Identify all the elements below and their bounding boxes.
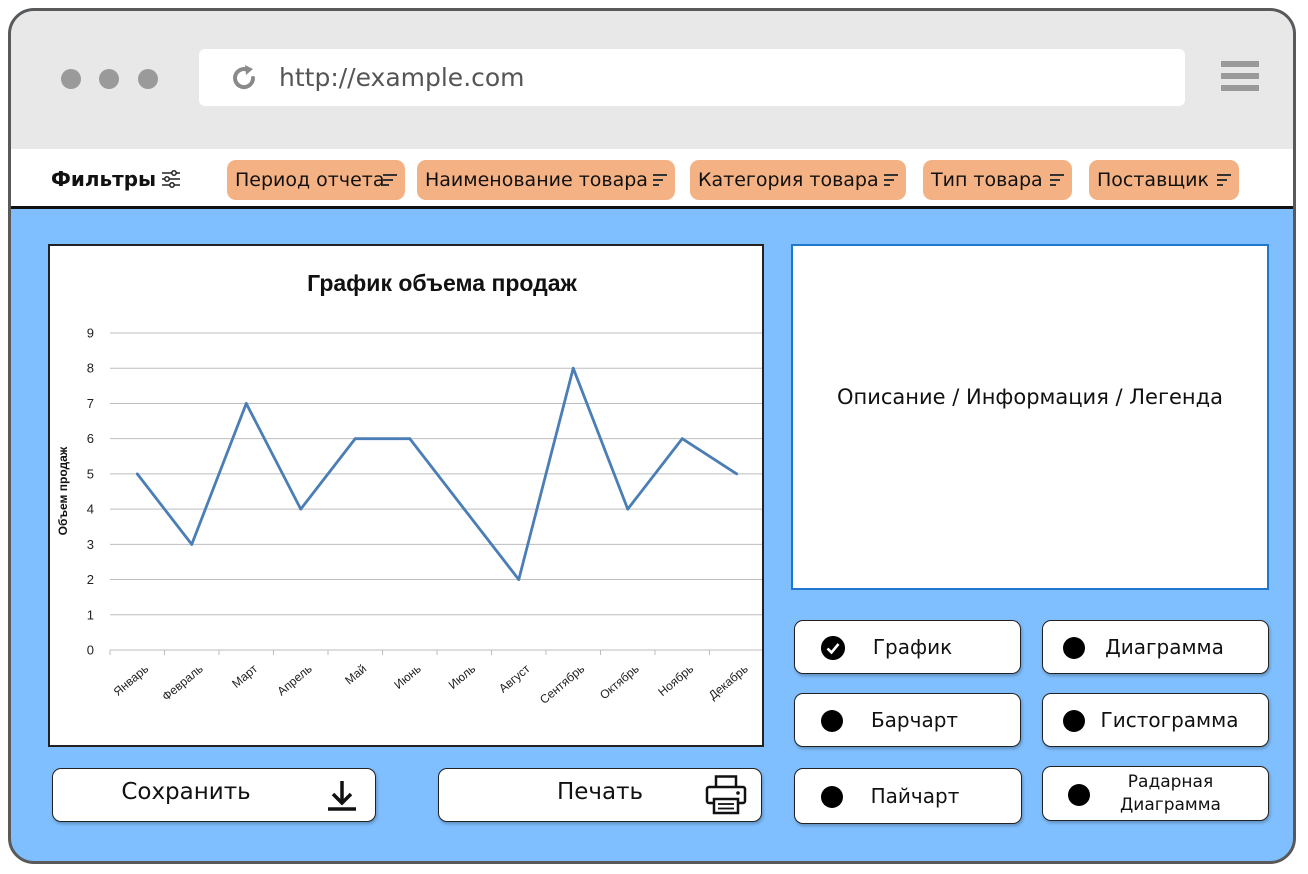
y-tick-label: 4 [87,502,94,517]
info-text: Описание / Информация / Легенда [836,385,1224,409]
data-point [408,437,412,441]
x-tick-label: Октябрь [597,662,642,703]
sort-filter-icon [383,174,397,186]
menu-icon[interactable] [1221,61,1259,93]
x-tick-label: Апрель [274,662,314,699]
filter-settings-icon[interactable] [161,170,181,188]
filter-bar: Фильтры Период отчета Наименование товар… [11,149,1293,209]
y-tick-label: 3 [87,537,94,552]
x-tick-label: Ноябрь [655,662,696,699]
url-text[interactable]: http://example.com [279,49,525,106]
data-point [462,507,466,511]
filter-chip-product-type[interactable]: Тип товара [923,160,1072,200]
y-tick-label: 5 [87,466,94,481]
chart-y-axis-label: Объем продаж [56,446,70,535]
chart-type-histogram-option[interactable]: Гистограмма [1042,693,1269,747]
print-button[interactable]: Печать [438,768,762,822]
x-tick-label: Декабрь [706,662,751,703]
filter-chip-product-name[interactable]: Наименование товара [417,160,675,200]
window-dot-icon[interactable] [138,69,158,89]
chart-type-barchart-option[interactable]: Барчарт [794,693,1021,747]
option-label: Гистограмма [1100,708,1239,732]
x-tick-label: Август [496,661,533,695]
data-point [680,437,684,441]
sort-filter-icon [653,174,667,186]
sort-filter-icon [884,174,898,186]
data-point [244,402,248,405]
chart-type-diagram-option[interactable]: Диаграмма [1042,620,1269,674]
printer-icon [705,775,747,815]
chart-gridlines [110,332,762,651]
filter-chip-product-category[interactable]: Категория товара [690,160,906,200]
y-tick-label: 8 [87,361,94,376]
x-tick-label: Июнь [391,662,423,692]
data-point [517,578,521,581]
save-button[interactable]: Сохранить [52,768,376,822]
chip-label: Период отчета [235,169,385,191]
option-label: Барчарт [870,708,959,732]
chip-label: Тип товара [931,169,1043,191]
info-panel: Описание / Информация / Легенда [791,244,1269,590]
data-point [735,472,739,476]
chip-label: Категория товара [698,169,879,191]
x-tick-label: Май [342,662,369,688]
address-bar[interactable]: http://example.com [199,49,1185,106]
y-tick-label: 1 [87,607,94,622]
chart-title: График объема продаж [307,270,577,296]
chart-y-ticks: 0 1 2 3 4 5 6 7 8 9 [87,326,94,658]
x-tick-label: Июль [446,662,478,692]
sort-filter-icon [1217,174,1231,186]
window-dot-icon[interactable] [99,69,119,89]
sales-line-chart: График объема продаж Объем продаж 0 1 2 3 4 5… [56,270,762,707]
download-icon [328,781,356,811]
option-label: Диаграмма [1105,635,1224,659]
save-label: Сохранить [121,779,251,805]
option-label: Пайчарт [870,784,960,808]
y-tick-label: 6 [87,431,94,446]
y-tick-label: 9 [87,326,94,341]
y-tick-label: 2 [87,572,94,587]
browser-window: http://example.com Фильтры Период отчета… [8,8,1296,864]
option-label: График [872,635,953,659]
browser-toolbar: http://example.com [11,11,1293,149]
chip-label: Наименование товара [425,169,648,191]
window-dot-icon[interactable] [61,69,81,89]
y-tick-label: 0 [87,643,94,658]
x-tick-label: Март [229,661,260,691]
option-label-line2: Диаграмма [1120,795,1221,815]
data-point [353,437,357,441]
data-point [571,366,575,370]
filter-chip-supplier[interactable]: Поставщик [1089,160,1239,200]
chart-x-ticks: Январь Февраль Март Апрель Май Июнь Июль Август… [109,650,751,707]
data-point [135,472,139,476]
y-tick-label: 7 [87,396,94,411]
chart-type-line-option[interactable]: График [794,620,1021,674]
filters-label: Фильтры [51,167,157,191]
option-label-line1: Радарная [1127,772,1214,792]
reload-icon[interactable] [229,63,259,93]
data-point [299,507,303,511]
data-point [190,542,194,546]
sort-filter-icon [1050,174,1064,186]
chart-type-piechart-option[interactable]: Пайчарт [794,768,1022,824]
data-point [626,507,630,511]
x-tick-label: Январь [111,662,152,699]
x-tick-label: Сентябрь [537,662,587,707]
filter-chip-period[interactable]: Период отчета [227,160,405,200]
chip-label: Поставщик [1097,169,1209,191]
x-tick-label: Февраль [159,662,205,704]
sales-chart-panel: График объема продаж Объем продаж 0 1 2 3 4 5… [48,244,764,747]
chart-type-radar-option[interactable]: Радарная Диаграмма [1042,766,1269,821]
